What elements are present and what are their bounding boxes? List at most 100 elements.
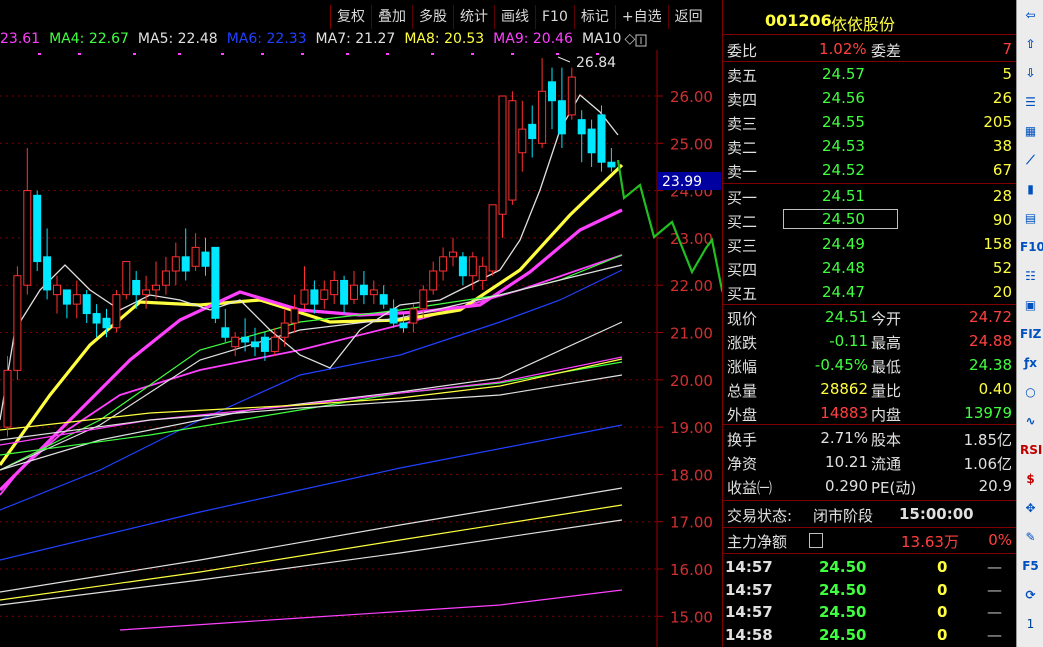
f10-icon[interactable]: F10 — [1020, 237, 1043, 258]
sell-row[interactable]: 卖三 24.55 205 — [723, 111, 1016, 134]
sell-row[interactable]: 卖四 24.56 26 — [723, 87, 1016, 110]
candle[interactable] — [567, 67, 576, 120]
candle[interactable] — [508, 91, 517, 205]
arrow-down-icon[interactable]: ⇩ — [1020, 63, 1041, 84]
toolbar-button[interactable]: 叠加 — [371, 5, 412, 29]
1-icon[interactable]: 1 — [1020, 614, 1041, 635]
candle[interactable] — [548, 67, 556, 130]
toolbar-button[interactable]: +自选 — [614, 5, 668, 29]
table-icon[interactable]: ▤ — [1020, 208, 1041, 229]
info-icon[interactable]: ▣ — [1020, 295, 1041, 316]
candle[interactable] — [359, 271, 368, 305]
arrow-up-icon[interactable]: ⇧ — [1020, 34, 1041, 55]
candle[interactable] — [152, 261, 160, 300]
candle[interactable] — [201, 237, 210, 276]
candle[interactable] — [171, 242, 180, 286]
candle[interactable] — [518, 100, 527, 172]
candle[interactable] — [587, 119, 596, 167]
candle[interactable] — [389, 299, 398, 328]
candle[interactable] — [488, 204, 497, 276]
buy-row[interactable]: 买三 24.49 158 — [723, 233, 1016, 256]
candle[interactable] — [290, 294, 299, 333]
line-chart-icon[interactable]: ⟋ — [1020, 150, 1041, 171]
candle[interactable] — [241, 318, 250, 352]
candle[interactable] — [409, 304, 418, 333]
candle[interactable] — [33, 190, 42, 272]
candle[interactable] — [498, 95, 507, 238]
candle[interactable] — [449, 237, 457, 267]
candle[interactable] — [43, 228, 52, 300]
sell-row[interactable]: 卖五 24.57 5 — [723, 63, 1016, 86]
quote-value: 28862 — [820, 380, 868, 398]
candle[interactable] — [340, 275, 349, 314]
candle[interactable] — [53, 275, 61, 314]
candle[interactable] — [161, 256, 170, 295]
candle[interactable] — [557, 67, 566, 149]
candle[interactable] — [92, 304, 101, 338]
kline-chart-area[interactable]: 26.00 25.00 24.00 23.00 22.00 21.00 20.00 19.00… — [0, 0, 722, 647]
buy-row[interactable]: 买二 24.50 90 — [723, 209, 1016, 232]
dollar-icon[interactable]: $ — [1020, 469, 1041, 490]
candle[interactable] — [310, 280, 319, 314]
candle[interactable] — [23, 148, 32, 295]
candle[interactable] — [538, 58, 547, 149]
toolbar-button[interactable]: 标记 — [573, 5, 615, 29]
candle[interactable] — [350, 271, 358, 305]
toolbar-button[interactable]: F10 — [535, 5, 574, 29]
candle[interactable] — [458, 252, 467, 286]
candle[interactable] — [379, 285, 388, 309]
candle[interactable] — [181, 228, 190, 281]
candle[interactable] — [320, 280, 329, 309]
list-icon[interactable]: ☰ — [1020, 92, 1041, 113]
grid-icon[interactable]: ▦ — [1020, 121, 1041, 142]
buy-row[interactable]: 买五 24.47 20 — [723, 281, 1016, 304]
candle[interactable] — [330, 271, 339, 305]
refresh-icon[interactable]: ⟳ — [1020, 585, 1041, 606]
pen-icon[interactable]: ✎ — [1020, 527, 1041, 548]
kline-chart[interactable]: 26.0025.0024.0023.0022.0021.0020.0019.00… — [0, 0, 722, 647]
toolbar-button[interactable]: 复权 — [330, 5, 371, 29]
legend-expand-icon[interactable]: ◇ — [624, 31, 635, 47]
main-net-detail-icon[interactable] — [809, 533, 823, 548]
candle[interactable] — [429, 261, 438, 295]
candle[interactable] — [3, 356, 12, 437]
fiz-icon[interactable]: FIZ — [1020, 324, 1041, 345]
toolbar-button[interactable]: 返回 — [667, 5, 709, 29]
candle[interactable] — [112, 289, 121, 333]
wave-icon[interactable]: ∿ — [1020, 411, 1041, 432]
move-icon[interactable]: ✥ — [1020, 498, 1041, 519]
toolbar-button[interactable]: 画线 — [494, 5, 535, 29]
sell-row[interactable]: 卖二 24.53 38 — [723, 135, 1016, 158]
candle[interactable] — [607, 148, 616, 172]
candle[interactable] — [122, 261, 131, 300]
candle[interactable] — [597, 105, 606, 172]
candle[interactable] — [13, 266, 22, 380]
toolbar-button[interactable]: 统计 — [453, 5, 494, 29]
f5-icon[interactable]: F5 — [1020, 556, 1041, 577]
candle-icon[interactable]: ▮ — [1020, 179, 1041, 200]
candle-body — [419, 289, 428, 310]
rsi-icon[interactable]: RSI — [1020, 440, 1042, 461]
arrow-left-icon[interactable]: ⇦ — [1020, 5, 1041, 26]
sell-row[interactable]: 卖一 24.52 67 — [723, 159, 1016, 182]
news-icon[interactable]: ☷ — [1020, 266, 1041, 287]
candle[interactable] — [62, 289, 71, 319]
candle[interactable] — [211, 246, 220, 324]
divider — [723, 527, 1016, 528]
candle[interactable] — [221, 308, 230, 342]
candle[interactable] — [439, 247, 448, 281]
candle[interactable] — [577, 110, 586, 163]
candle[interactable] — [82, 289, 91, 324]
toolbar-button[interactable]: 多股 — [412, 5, 453, 29]
buy-row[interactable]: 买一 24.51 28 — [723, 185, 1016, 208]
candle[interactable] — [369, 280, 378, 305]
candle[interactable] — [231, 332, 240, 357]
candle[interactable] — [528, 105, 537, 158]
candle[interactable] — [191, 233, 200, 272]
candle-body — [3, 369, 12, 428]
candle[interactable] — [72, 280, 81, 319]
fx-icon[interactable]: ƒx — [1020, 353, 1041, 374]
buy-row[interactable]: 买四 24.48 52 — [723, 257, 1016, 280]
candle[interactable] — [300, 266, 309, 309]
circle-icon[interactable]: ○ — [1020, 382, 1041, 403]
